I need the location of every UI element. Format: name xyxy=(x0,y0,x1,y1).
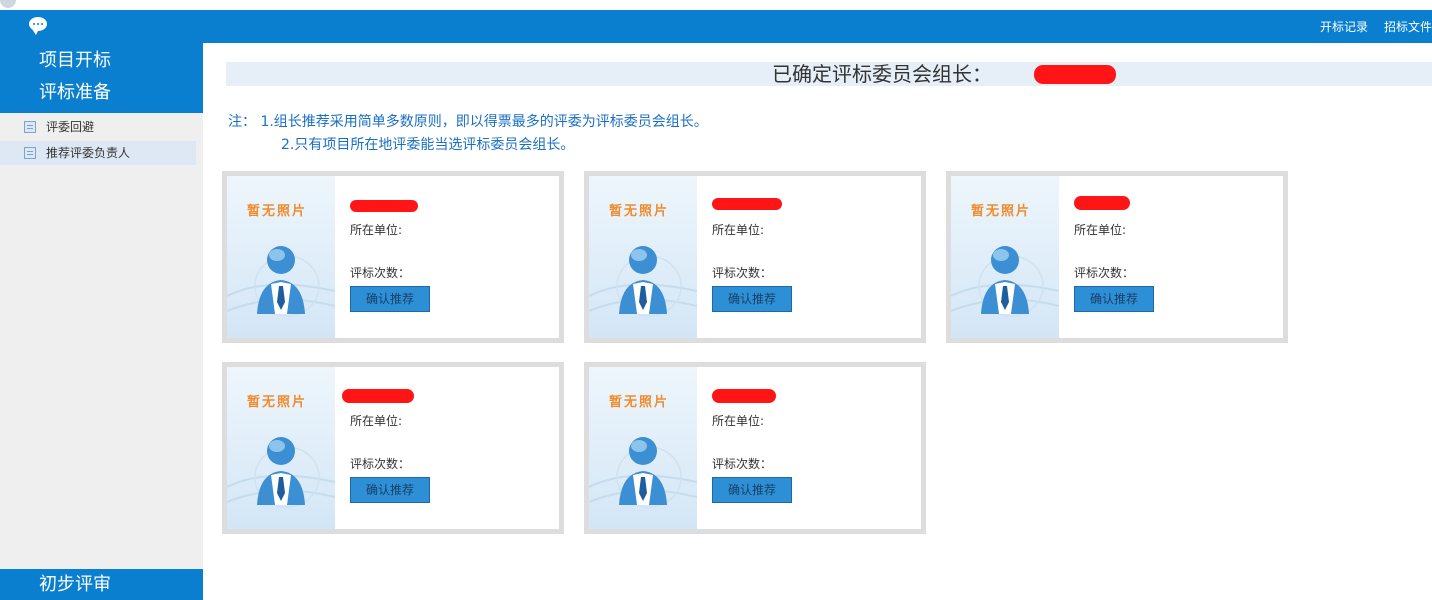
no-photo-label: 暂无照片 xyxy=(247,395,308,410)
note-line-1: 注： 1.组长推荐采用简单多数原则，即以得票最多的评委为评标委员会组长。 xyxy=(228,114,708,130)
confirm-recommend-button[interactable]: 确认推荐 xyxy=(712,477,792,503)
confirm-recommend-button[interactable]: 确认推荐 xyxy=(1074,286,1154,312)
person-icon xyxy=(951,246,1059,317)
evaluation-count-label: 评标次数： xyxy=(1074,266,1135,280)
expert-card: 暂无照片 所在单位: 评标次数： 确认推荐 xyxy=(584,362,926,534)
person-icon xyxy=(227,246,335,317)
photo-placeholder: 暂无照片 xyxy=(589,176,697,338)
document-icon xyxy=(24,121,36,133)
evaluation-count-label: 评标次数： xyxy=(350,457,411,471)
photo-placeholder: 暂无照片 xyxy=(227,367,335,529)
unit-label: 所在单位: xyxy=(1074,223,1127,237)
expert-card: 暂无照片 所在单位: 评标次数： 确认推荐 xyxy=(222,171,564,343)
page-title-bar: 已确定评标委员会组长： xyxy=(226,62,1432,86)
nav-tender-documents[interactable]: 招标文件 xyxy=(1384,18,1432,35)
photo-placeholder: 暂无照片 xyxy=(951,176,1059,338)
no-photo-label: 暂无照片 xyxy=(971,204,1032,219)
unit-label: 所在单位: xyxy=(712,223,765,237)
expert-card: 暂无照片 所在单位: 评标次数： 确认推荐 xyxy=(946,171,1288,343)
sidebar-item-label: 评委回避 xyxy=(46,120,95,134)
evaluation-count-label: 评标次数： xyxy=(350,266,411,280)
evaluation-count-label: 评标次数： xyxy=(712,266,773,280)
redacted-name xyxy=(712,198,782,210)
sidebar-item-recommend-leader[interactable]: 推荐评委负责人 xyxy=(0,141,196,165)
person-icon xyxy=(227,437,335,508)
sidebar-item-expert-recusal[interactable]: 评委回避 xyxy=(0,115,196,139)
redacted-leader-name xyxy=(1034,65,1116,84)
sidebar-item-label: 推荐评委负责人 xyxy=(46,146,131,160)
no-photo-label: 暂无照片 xyxy=(609,204,670,219)
redacted-name xyxy=(342,389,414,403)
photo-placeholder: 暂无照片 xyxy=(227,176,335,338)
evaluation-count-label: 评标次数： xyxy=(712,457,773,471)
no-photo-label: 暂无照片 xyxy=(609,395,670,410)
person-icon xyxy=(589,437,697,508)
note-line-2: 2.只有项目所在地评委能当选评标委员会组长。 xyxy=(281,137,575,153)
top-nav: 开标记录 招标文件 xyxy=(1320,10,1432,43)
person-icon xyxy=(589,246,697,317)
sidebar-section-evaluation-prep[interactable]: 评标准备 xyxy=(0,80,203,106)
unit-label: 所在单位: xyxy=(350,414,403,428)
top-strip xyxy=(0,0,1432,10)
unit-label: 所在单位: xyxy=(350,223,403,237)
redacted-name xyxy=(1074,196,1130,210)
top-bar: 开标记录 招标文件 xyxy=(0,10,1432,43)
confirm-recommend-button[interactable]: 确认推荐 xyxy=(350,477,430,503)
no-photo-label: 暂无照片 xyxy=(247,204,308,219)
sidebar-section-preliminary-review[interactable]: 初步评审 xyxy=(0,569,203,600)
chat-icon[interactable] xyxy=(29,17,47,35)
document-icon xyxy=(24,147,36,159)
expert-card: 暂无照片 所在单位: 评标次数： 确认推荐 xyxy=(584,171,926,343)
redacted-name xyxy=(350,200,418,212)
unit-label: 所在单位: xyxy=(712,414,765,428)
sidebar: 项目开标 评标准备 评委回避 推荐评委负责人 初步评审 xyxy=(0,43,203,600)
page-title: 已确定评标委员会组长： xyxy=(772,62,992,86)
confirm-recommend-button[interactable]: 确认推荐 xyxy=(712,286,792,312)
sidebar-section-project-opening[interactable]: 项目开标 xyxy=(0,48,203,74)
expert-card: 暂无照片 所在单位: 评标次数： 确认推荐 xyxy=(222,362,564,534)
confirm-recommend-button[interactable]: 确认推荐 xyxy=(350,286,430,312)
photo-placeholder: 暂无照片 xyxy=(589,367,697,529)
corner-decoration xyxy=(0,0,16,8)
redacted-name xyxy=(712,389,776,403)
nav-bid-opening-record[interactable]: 开标记录 xyxy=(1320,18,1368,35)
